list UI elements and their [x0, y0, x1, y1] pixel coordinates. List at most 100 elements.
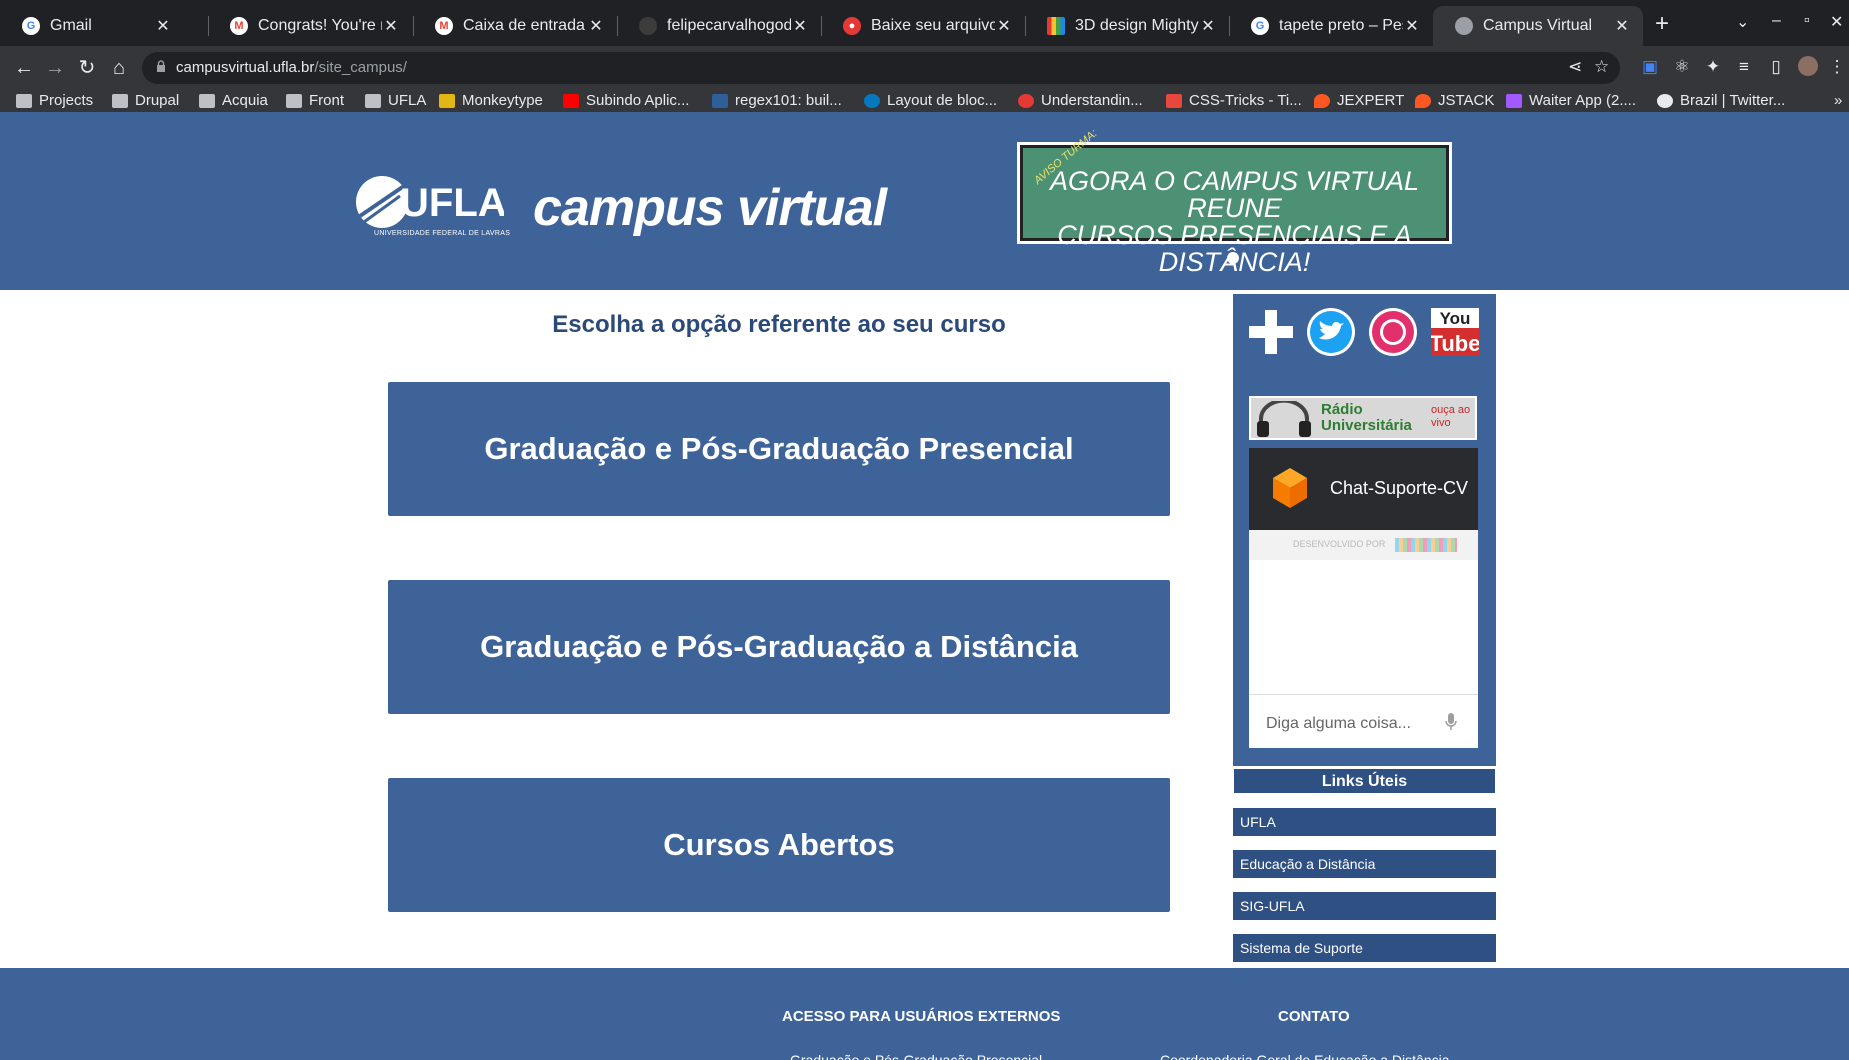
- google-icon: G: [1251, 17, 1269, 35]
- link-sig-ufla[interactable]: SIG-UFLA: [1233, 892, 1496, 920]
- tab-title: Baixe seu arquivo —: [871, 17, 995, 34]
- tab-title: Congrats! You're no: [258, 17, 382, 34]
- maximize-icon[interactable]: ▫: [1804, 12, 1810, 30]
- link-sistema-suporte[interactable]: Sistema de Suporte: [1233, 934, 1496, 962]
- twitter-icon[interactable]: [1307, 308, 1355, 356]
- tab-title: tapete preto – Pesqu: [1279, 17, 1403, 34]
- close-icon[interactable]: ✕: [382, 16, 400, 36]
- gmail-icon: M: [435, 17, 453, 35]
- close-icon[interactable]: ✕: [1199, 16, 1217, 36]
- bookmark-jstack[interactable]: JSTACK: [1415, 92, 1494, 109]
- tab-gmail[interactable]: G Gmail ✕: [0, 6, 184, 46]
- bookmark-star-icon[interactable]: ☆: [1594, 57, 1609, 77]
- ufla-logo[interactable]: UFLA: [354, 172, 504, 232]
- folder-icon: [286, 93, 302, 108]
- close-icon[interactable]: ✕: [791, 16, 809, 36]
- tab-campus-virtual[interactable]: Campus Virtual ✕: [1433, 6, 1643, 46]
- carousel-dot[interactable]: [1227, 252, 1239, 264]
- footer-col1-title: ACESSO PARA USUÁRIOS EXTERNOS: [782, 1008, 1061, 1025]
- tab-tapete[interactable]: G tapete preto – Pesqu ✕: [1229, 6, 1433, 46]
- tab-github[interactable]: felipecarvalhogodoi ✕: [617, 6, 821, 46]
- footer-col1-link[interactable]: Graduação e Pós-Graduação Presencial: [790, 1052, 1042, 1060]
- bookmark-projects[interactable]: Projects: [16, 92, 93, 109]
- avatar[interactable]: [1797, 56, 1819, 78]
- bookmark-acquia[interactable]: Acquia: [199, 92, 268, 109]
- distancia-button[interactable]: Graduação e Pós-Graduação a Distância: [388, 580, 1170, 714]
- tab-strip: G Gmail ✕ M Congrats! You're no ✕ M Caix…: [0, 0, 1849, 46]
- back-arrow-icon[interactable]: ←: [10, 54, 38, 82]
- youtube-icon[interactable]: You Tube: [1431, 308, 1479, 356]
- announcement-banner[interactable]: AVISO TURMA: AGORA O CAMPUS VIRTUAL REUN…: [1017, 127, 1452, 276]
- bookmark-understanding[interactable]: Understandin...: [1018, 92, 1143, 109]
- minimize-icon[interactable]: –: [1772, 12, 1781, 30]
- bookmark-css-tricks[interactable]: CSS-Tricks - Ti...: [1166, 92, 1302, 109]
- banner-line-1: AGORA O CAMPUS VIRTUAL REUNE: [1049, 166, 1420, 223]
- links-uteis: Links Úteis UFLA Educação a Distância SI…: [1233, 768, 1496, 962]
- bookmark-monkeytype[interactable]: Monkeytype: [439, 92, 543, 109]
- bookmarks-overflow[interactable]: »: [1834, 92, 1842, 109]
- site-icon: [1018, 93, 1034, 108]
- close-icon[interactable]: ✕: [1403, 16, 1421, 36]
- tab-caixa[interactable]: M Caixa de entrada (3. ✕: [413, 6, 617, 46]
- microphone-icon[interactable]: [1445, 713, 1457, 731]
- home-icon[interactable]: ⌂: [105, 54, 133, 82]
- chat-input[interactable]: Diga alguma coisa...: [1249, 694, 1478, 748]
- window-close-icon[interactable]: ✕: [1830, 12, 1843, 32]
- regex101-icon: [712, 93, 728, 108]
- youtube-icon: [563, 93, 579, 108]
- bookmark-layout[interactable]: Layout de bloc...: [864, 92, 997, 109]
- monkeytype-icon: [439, 93, 455, 108]
- bookmark-ufla[interactable]: UFLA: [365, 92, 426, 109]
- react-icon[interactable]: ⚛: [1671, 56, 1693, 78]
- tab-title: Campus Virtual: [1483, 17, 1593, 34]
- radio-subtitle: ouça ao vivo: [1431, 404, 1471, 429]
- footer-col2-title: CONTATO: [1278, 1008, 1350, 1025]
- browser-toolbar: ← → ↻ ⌂ campusvirtual.ufla.br/site_campu…: [0, 46, 1849, 90]
- bookmark-regex101[interactable]: regex101: buil...: [712, 92, 842, 109]
- radio-universitaria-banner[interactable]: Rádio Universitária ouça ao vivo: [1249, 396, 1477, 440]
- tab-title: 3D design Mighty Go: [1075, 17, 1199, 34]
- facebook-icon[interactable]: [1247, 308, 1295, 356]
- campus-virtual-logo[interactable]: campus virtual: [533, 178, 887, 238]
- tab-baixe[interactable]: ● Baixe seu arquivo — ✕: [821, 6, 1025, 46]
- fire-icon: [1314, 93, 1330, 108]
- address-bar[interactable]: campusvirtual.ufla.br/site_campus/ ⋖ ☆: [142, 52, 1620, 84]
- link-educacao-distancia[interactable]: Educação a Distância: [1233, 850, 1496, 878]
- figma-icon: [1506, 93, 1522, 108]
- tinkercad-icon: [1047, 17, 1065, 35]
- reload-icon[interactable]: ↻: [73, 54, 101, 82]
- new-tab-button[interactable]: +: [1655, 10, 1669, 38]
- link-ufla[interactable]: UFLA: [1233, 808, 1496, 836]
- gmail-icon: M: [230, 17, 248, 35]
- menu-icon[interactable]: ⋮: [1826, 56, 1848, 78]
- close-icon[interactable]: ✕: [995, 16, 1013, 36]
- footer-col2-link[interactable]: Coordenadoria Geral de Educação a Distân…: [1160, 1052, 1450, 1060]
- folder-icon: [199, 93, 215, 108]
- bookmark-waiter-app[interactable]: Waiter App (2....: [1506, 92, 1636, 109]
- bookmark-drupal[interactable]: Drupal: [112, 92, 179, 109]
- translate-icon[interactable]: ▣: [1639, 56, 1661, 78]
- instagram-icon[interactable]: [1369, 308, 1417, 356]
- presencial-button[interactable]: Graduação e Pós-Graduação Presencial: [388, 382, 1170, 516]
- chat-widget[interactable]: Chat-Suporte-CV DESENVOLVIDO POR Diga al…: [1249, 448, 1478, 748]
- extensions-icon[interactable]: ✦: [1702, 56, 1724, 78]
- tab-title: Caixa de entrada (3.: [463, 17, 587, 34]
- bookmark-front[interactable]: Front: [286, 92, 344, 109]
- share-icon[interactable]: ⋖: [1568, 57, 1582, 77]
- tab-3d-design[interactable]: 3D design Mighty Go ✕: [1025, 6, 1229, 46]
- reading-list-icon[interactable]: ≡: [1733, 56, 1755, 78]
- forward-arrow-icon[interactable]: →: [41, 54, 69, 82]
- cursos-abertos-button[interactable]: Cursos Abertos: [388, 778, 1170, 912]
- bookmark-brazil-twitter[interactable]: Brazil | Twitter...: [1657, 92, 1785, 109]
- close-icon[interactable]: ✕: [1613, 16, 1631, 36]
- bookmark-subindo[interactable]: Subindo Aplic...: [563, 92, 689, 109]
- github-icon: [639, 17, 657, 35]
- bookmark-jexpert[interactable]: JEXPERT: [1314, 92, 1404, 109]
- tab-search-icon[interactable]: ⌄: [1736, 12, 1749, 32]
- close-icon[interactable]: ✕: [587, 16, 605, 36]
- close-icon[interactable]: ✕: [154, 16, 172, 36]
- tab-congrats[interactable]: M Congrats! You're no ✕: [208, 6, 412, 46]
- side-panel-icon[interactable]: ▯: [1765, 56, 1787, 78]
- site-header: UFLA UNIVERSIDADE FEDERAL DE LAVRAS camp…: [0, 112, 1849, 290]
- cube-icon: [1273, 468, 1307, 508]
